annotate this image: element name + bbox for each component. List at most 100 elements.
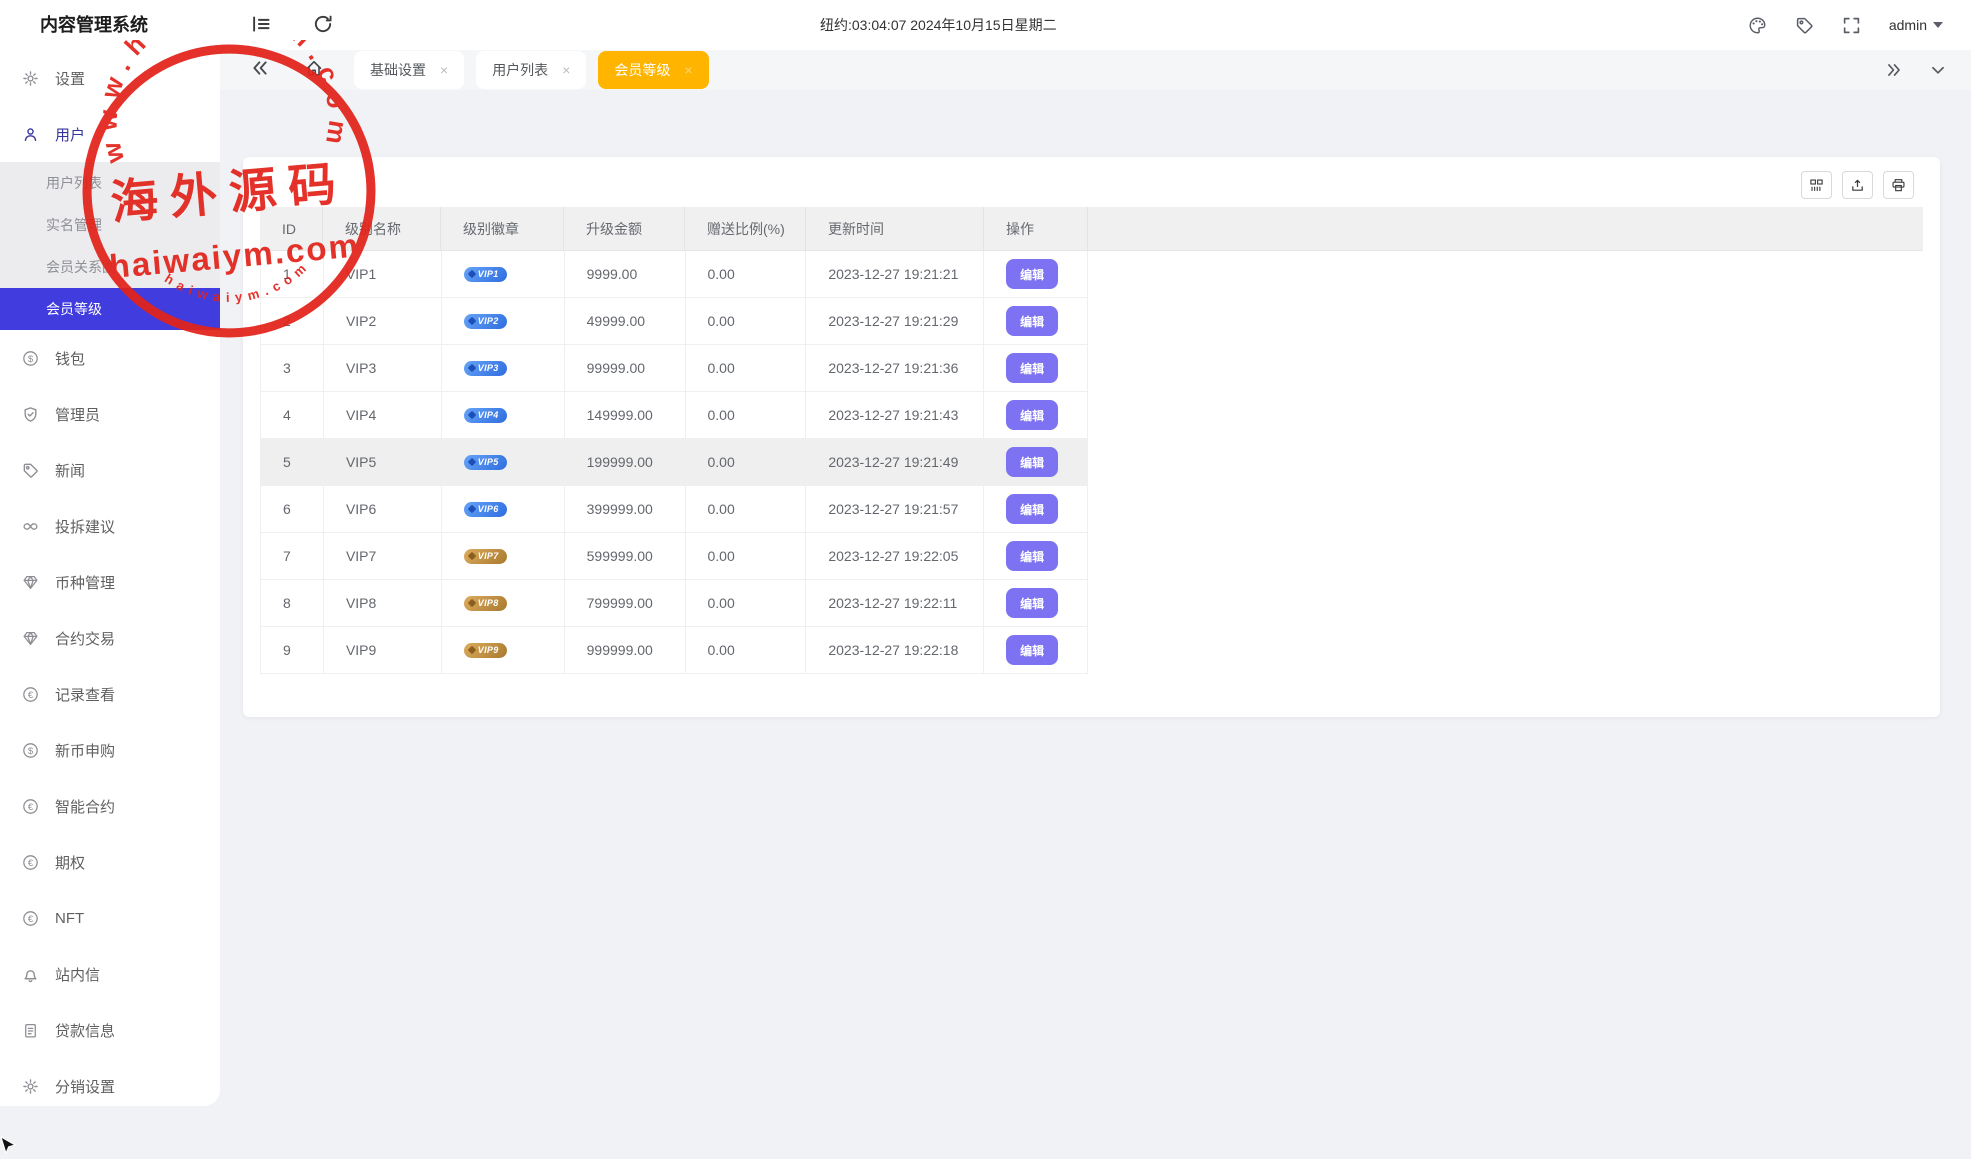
printer-icon xyxy=(1891,178,1906,193)
app-title: 内容管理系统 xyxy=(0,0,220,50)
sidebar-item-realname[interactable]: 实名管理 xyxy=(0,204,220,246)
tab-user-list[interactable]: 用户列表 × xyxy=(476,51,586,89)
fullscreen-icon[interactable] xyxy=(1842,16,1861,35)
sidebar-item-label: 分销设置 xyxy=(55,1076,115,1097)
table-row-highlighted: 5 VIP5 VIP5 199999.00 0.00 2023-12-27 19… xyxy=(260,439,1088,486)
user-menu[interactable]: admin xyxy=(1889,17,1943,33)
euro-circle-icon xyxy=(22,854,39,871)
sidebar-item-label: 钱包 xyxy=(55,348,85,369)
sidebar-item-label: 智能合约 xyxy=(55,796,115,817)
sidebar-item-member-level[interactable]: 会员等级 xyxy=(0,288,220,330)
gear-icon xyxy=(22,1078,39,1095)
print-button[interactable] xyxy=(1883,171,1914,199)
edit-button[interactable]: 编辑 xyxy=(1006,541,1058,571)
col-bonus-ratio: 赠送比例(%) xyxy=(685,207,806,250)
tabs-menu-chevron-down-icon[interactable] xyxy=(1929,61,1947,79)
sidebar-item-label: 期权 xyxy=(55,852,85,873)
bell-icon xyxy=(22,966,39,983)
sidebar-item-user-list[interactable]: 用户列表 xyxy=(0,162,220,204)
tab-label: 基础设置 xyxy=(370,60,426,80)
edit-button[interactable]: 编辑 xyxy=(1006,494,1058,524)
sidebar-item-users[interactable]: 用户 xyxy=(0,106,220,162)
table-row: 9 VIP9 VIP9 999999.00 0.00 2023-12-27 19… xyxy=(260,627,1088,674)
sidebar-item-label: 新币申购 xyxy=(55,740,115,761)
level-badge: VIP9 xyxy=(464,643,507,658)
sidebar-item-admin[interactable]: 管理员 xyxy=(0,386,220,442)
edit-button[interactable]: 编辑 xyxy=(1006,447,1058,477)
sidebar-item-label: NFT xyxy=(55,910,84,927)
diamond-icon xyxy=(468,552,476,560)
sidebar-item-label: 站内信 xyxy=(55,964,100,985)
table-toolbar xyxy=(1801,171,1914,199)
col-actions: 操作 xyxy=(984,207,1088,250)
sidebar-item-member-relations[interactable]: 会员关系图 xyxy=(0,246,220,288)
home-icon[interactable] xyxy=(304,58,328,82)
sidebar-item-label: 贷款信息 xyxy=(55,1020,115,1041)
sidebar-item-new-coin[interactable]: 新币申购 xyxy=(0,722,220,778)
tab-basic-settings[interactable]: 基础设置 × xyxy=(354,51,464,89)
tabbar: 基础设置 × 用户列表 × 会员等级 × xyxy=(220,50,1971,90)
sidebar-item-label: 记录查看 xyxy=(55,684,115,705)
sidebar-item-messages[interactable]: 站内信 xyxy=(0,946,220,1002)
sidebar-submenu-users: 用户列表 实名管理 会员关系图 会员等级 xyxy=(0,162,220,330)
tabs-scroll-left-icon[interactable] xyxy=(250,58,274,82)
diamond-icon xyxy=(468,364,476,372)
sidebar-item-settings[interactable]: 设置 xyxy=(0,50,220,106)
edit-button[interactable]: 编辑 xyxy=(1006,400,1058,430)
columns-button[interactable] xyxy=(1801,171,1832,199)
sidebar-item-label: 管理员 xyxy=(55,404,100,425)
edit-button[interactable]: 编辑 xyxy=(1006,588,1058,618)
level-badge: VIP6 xyxy=(464,502,507,517)
tabs-scroll-right-icon[interactable] xyxy=(1885,61,1903,79)
sidebar-item-options[interactable]: 期权 xyxy=(0,834,220,890)
refresh-icon[interactable] xyxy=(312,13,336,37)
theme-palette-icon[interactable] xyxy=(1748,16,1767,35)
sidebar-item-records[interactable]: 记录查看 xyxy=(0,666,220,722)
diamond-icon xyxy=(468,317,476,325)
page: 内容管理系统 设置 用户 用户列表 实名管理 会员关系图 会员等级 钱包 管理员… xyxy=(0,0,1971,1159)
sidebar-item-loans[interactable]: 贷款信息 xyxy=(0,1002,220,1058)
close-icon[interactable]: × xyxy=(562,62,570,78)
sidebar-item-coins[interactable]: 币种管理 xyxy=(0,554,220,610)
diamond-icon xyxy=(468,411,476,419)
sidebar-item-wallet[interactable]: 钱包 xyxy=(0,330,220,386)
columns-icon xyxy=(1809,178,1824,193)
member-level-card: ID 级别名称 级别徽章 升级金额 赠送比例(%) 更新时间 操作 1 VIP1… xyxy=(243,157,1940,717)
close-icon[interactable]: × xyxy=(684,62,692,78)
edit-button[interactable]: 编辑 xyxy=(1006,259,1058,289)
diamond-icon xyxy=(468,458,476,466)
sidebar-item-label: 用户 xyxy=(55,124,85,145)
table-row: 6 VIP6 VIP6 399999.00 0.00 2023-12-27 19… xyxy=(260,486,1088,533)
gem-icon xyxy=(22,574,39,591)
export-button[interactable] xyxy=(1842,171,1873,199)
loop-icon xyxy=(22,518,39,535)
sidebar-item-nft[interactable]: NFT xyxy=(0,890,220,946)
sidebar-item-smart-contract[interactable]: 智能合约 xyxy=(0,778,220,834)
sidebar-item-news[interactable]: 新闻 xyxy=(0,442,220,498)
sidebar-item-distribution[interactable]: 分销设置 xyxy=(0,1058,220,1114)
username: admin xyxy=(1889,17,1927,33)
menu-fold-icon[interactable] xyxy=(250,13,274,37)
tab-label: 会员等级 xyxy=(614,60,670,80)
table-row: 2 VIP2 VIP2 49999.00 0.00 2023-12-27 19:… xyxy=(260,298,1088,345)
col-updated-at: 更新时间 xyxy=(806,207,984,250)
euro-circle-icon xyxy=(22,910,39,927)
tag-icon[interactable] xyxy=(1795,16,1814,35)
diamond-icon xyxy=(468,505,476,513)
level-badge: VIP7 xyxy=(464,549,507,564)
gem-icon xyxy=(22,630,39,647)
sidebar-item-contract-trade[interactable]: 合约交易 xyxy=(0,610,220,666)
level-badge: VIP3 xyxy=(464,361,507,376)
close-icon[interactable]: × xyxy=(440,62,448,78)
sidebar-item-feedback[interactable]: 投拆建议 xyxy=(0,498,220,554)
content-area: ID 级别名称 级别徽章 升级金额 赠送比例(%) 更新时间 操作 1 VIP1… xyxy=(220,90,1971,1159)
level-badge: VIP1 xyxy=(464,267,507,282)
level-badge: VIP4 xyxy=(464,408,507,423)
edit-button[interactable]: 编辑 xyxy=(1006,635,1058,665)
edit-button[interactable]: 编辑 xyxy=(1006,306,1058,336)
tab-member-level[interactable]: 会员等级 × xyxy=(598,51,708,89)
edit-button[interactable]: 编辑 xyxy=(1006,353,1058,383)
shield-check-icon xyxy=(22,406,39,423)
tabbar-actions xyxy=(1885,50,1947,90)
topbar: 纽约:03:04:07 2024年10月15日星期二 admin xyxy=(220,0,1971,50)
